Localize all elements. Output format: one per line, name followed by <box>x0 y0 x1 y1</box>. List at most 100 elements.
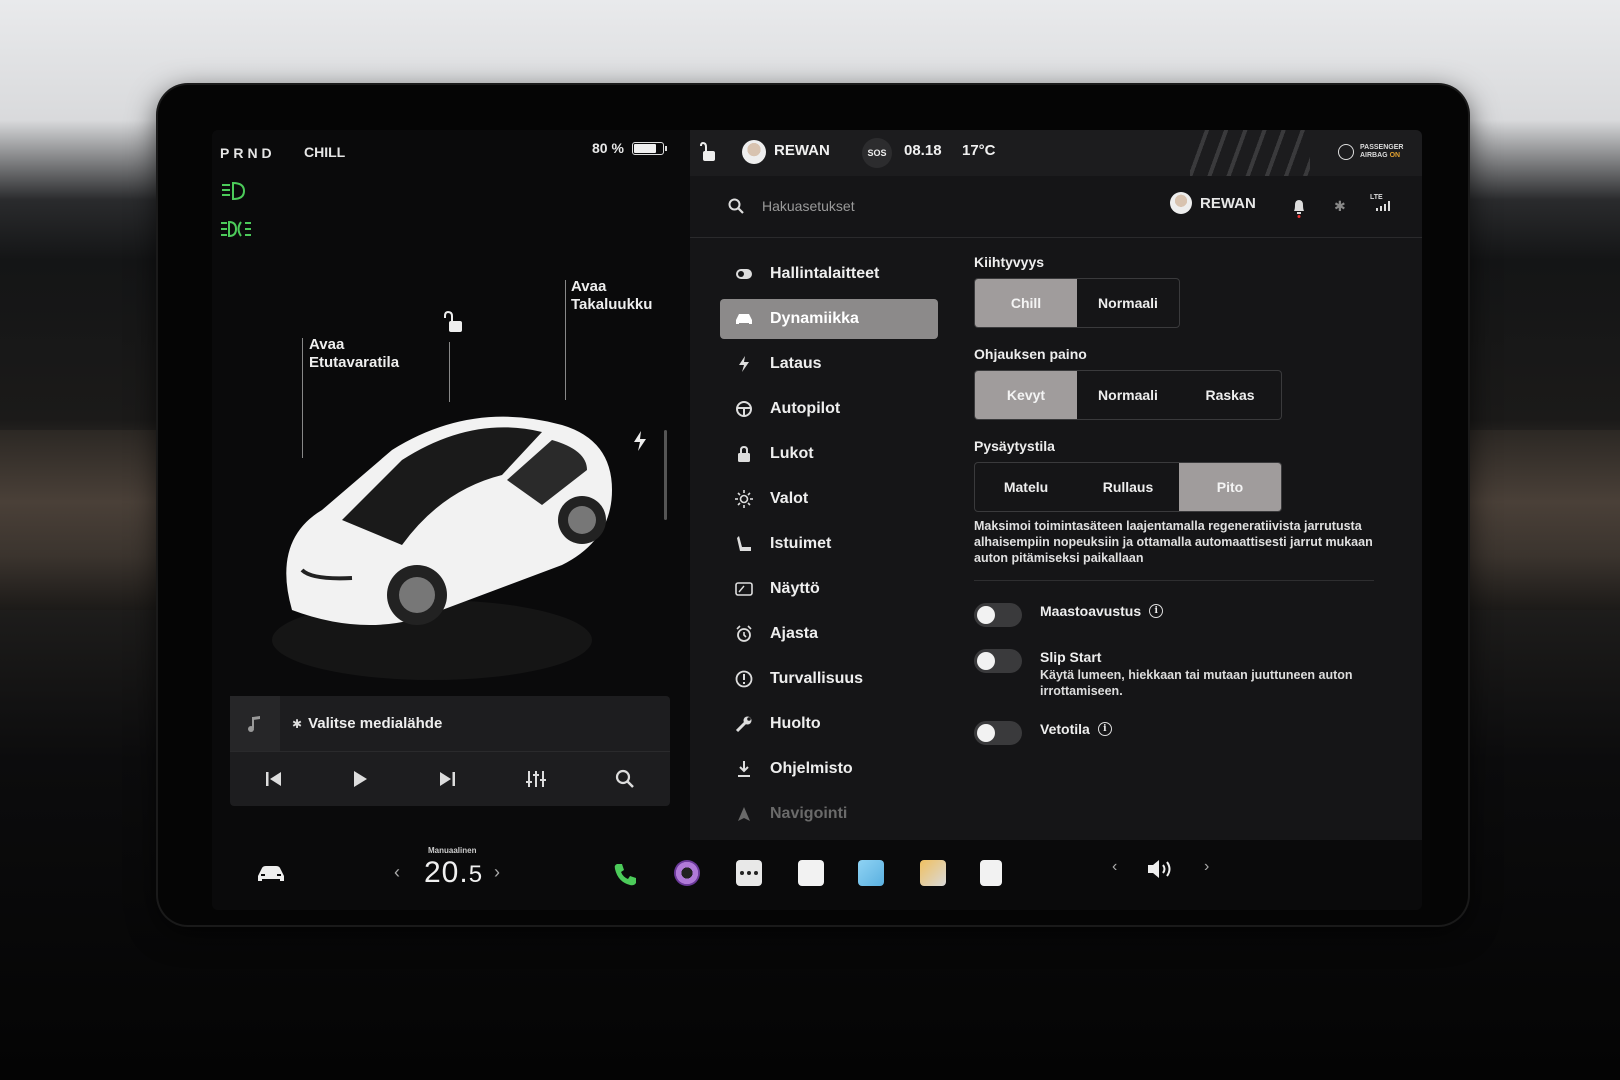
volume-down-chevron-icon[interactable]: ‹ <box>1112 858 1117 876</box>
bluetooth-icon[interactable]: ✱ <box>1334 198 1346 215</box>
airbag-label-on: ON <box>1389 152 1401 159</box>
temp-down-chevron-icon[interactable]: ‹ <box>394 862 400 883</box>
media-controls <box>230 752 670 806</box>
info-icon[interactable]: i <box>1097 722 1112 736</box>
settings-menu: Hallintalaitteet Dynamiikka Lataus Autopilo… <box>720 254 938 839</box>
vetotila-toggle[interactable] <box>974 721 1022 745</box>
alert-icon <box>734 670 754 688</box>
battery-percent: 80 % <box>592 140 624 156</box>
next-track-icon[interactable] <box>438 771 456 787</box>
camera-app-icon[interactable] <box>674 860 700 886</box>
passenger-airbag-indicator: PASSENGER AIRBAG ON <box>1338 144 1403 160</box>
dynamics-settings: Kiihtyvyys Chill Normaali Ohjauksen paino… <box>974 254 1384 767</box>
search-icon[interactable] <box>728 198 744 214</box>
temp-up-chevron-icon[interactable]: › <box>494 862 500 883</box>
stopping-mode-description: Maksimoi toimintasäteen laajentamalla re… <box>974 519 1373 565</box>
alarm-icon <box>734 625 754 643</box>
acceleration-title: Kiihtyvyys <box>974 254 1045 270</box>
menu-item-label: Lukot <box>770 445 814 462</box>
toggle-description: Käytä lumeen, hiekkaan tai mutaan juuttu… <box>1040 668 1353 698</box>
battery-icon <box>631 141 667 155</box>
equalizer-icon[interactable] <box>525 770 546 788</box>
profile-name[interactable]: REWAN <box>774 142 830 159</box>
steering-selector: Kevyt Normaali Raskas <box>974 370 1282 420</box>
menu-item-ajasta[interactable]: Ajasta <box>720 614 938 654</box>
car-3d-model <box>272 416 612 680</box>
menu-item-label: Valot <box>770 490 809 507</box>
menu-item-istuimet[interactable]: Istuimet <box>720 524 938 564</box>
lock-status-icon[interactable] <box>700 142 716 162</box>
menu-item-valot[interactable]: Valot <box>720 479 938 519</box>
manual-app-icon[interactable] <box>980 860 1002 886</box>
steering-option-raskas[interactable]: Raskas <box>1179 371 1281 419</box>
notes-app-icon[interactable] <box>798 860 824 886</box>
stopping-option-matelu[interactable]: Matelu <box>975 463 1077 511</box>
toggle-label-text: Vetotila <box>1040 721 1090 737</box>
menu-item-autopilot[interactable]: Autopilot <box>720 389 938 429</box>
arcade-app-icon[interactable] <box>920 860 946 886</box>
steering-option-kevyt[interactable]: Kevyt <box>975 371 1077 419</box>
cabin-temperature[interactable]: 20.5 <box>424 856 483 890</box>
settings-header: Hakuasetukset REWAN ✱ LTE <box>690 176 1422 238</box>
media-search-icon[interactable] <box>615 769 635 789</box>
download-icon <box>734 760 754 778</box>
bolt-icon <box>734 355 754 373</box>
battery-status: 80 % <box>592 140 667 156</box>
menu-item-navigointi[interactable]: Navigointi <box>720 794 938 834</box>
phone-icon[interactable] <box>612 862 638 888</box>
profile-avatar[interactable] <box>742 140 766 164</box>
media-source-row[interactable]: ✱ Valitse medialähde <box>230 696 670 752</box>
sos-badge[interactable]: SOS <box>862 138 892 168</box>
play-icon[interactable] <box>352 770 368 788</box>
touchscreen: PRND CHILL 80 % Avaa Etutavaratila Avaa … <box>212 130 1422 910</box>
notification-bell-icon[interactable] <box>1292 198 1306 218</box>
previous-track-icon[interactable] <box>265 771 283 787</box>
menu-item-hallintalaitteet[interactable]: Hallintalaitteet <box>720 254 938 294</box>
open-trunk-label[interactable]: Avaa Takaluukku <box>571 278 652 314</box>
slip-start-toggle[interactable] <box>974 649 1022 673</box>
toybox-app-icon[interactable] <box>858 860 884 886</box>
toggle-label-text: Slip Start <box>1040 649 1102 665</box>
steering-wheel-icon <box>734 400 754 418</box>
volume-up-chevron-icon[interactable]: › <box>1204 858 1209 876</box>
menu-item-lataus[interactable]: Lataus <box>720 344 938 384</box>
toggle-icon <box>734 268 754 280</box>
car-pane-scrollbar[interactable] <box>664 430 667 520</box>
bottom-dock: ‹ Manuaalinen 20.5 › ‹ › <box>212 840 1422 910</box>
unlock-icon[interactable] <box>444 310 466 334</box>
header-profile[interactable]: REWAN <box>1170 192 1256 214</box>
stopping-mode-selector: Matelu Rullaus Pito <box>974 462 1282 512</box>
more-apps-icon[interactable] <box>736 860 762 886</box>
menu-item-label: Dynamiikka <box>770 310 859 327</box>
car-menu-icon[interactable] <box>256 864 286 884</box>
menu-item-turvallisuus[interactable]: Turvallisuus <box>720 659 938 699</box>
low-beam-icon <box>222 181 246 201</box>
stopping-mode-title: Pysäytystila <box>974 438 1055 454</box>
open-frunk-label[interactable]: Avaa Etutavaratila <box>309 336 399 372</box>
display-icon <box>734 581 754 597</box>
status-bar: REWAN SOS 08.18 17°C PASSENGER AIRBAG ON <box>690 130 1422 176</box>
charge-port-icon[interactable] <box>632 430 648 452</box>
menu-item-label: Näyttö <box>770 580 820 597</box>
menu-item-n-ytt-[interactable]: Näyttö <box>720 569 938 609</box>
menu-item-dynamiikka[interactable]: Dynamiikka <box>720 299 938 339</box>
volume-icon[interactable] <box>1146 858 1176 880</box>
menu-item-huolto[interactable]: Huolto <box>720 704 938 744</box>
outside-temperature: 17°C <box>962 142 996 159</box>
steering-option-normaali[interactable]: Normaali <box>1077 371 1179 419</box>
maastoavustus-toggle[interactable] <box>974 603 1022 627</box>
stopping-option-rullaus[interactable]: Rullaus <box>1077 463 1179 511</box>
menu-item-ohjelmisto[interactable]: Ohjelmisto <box>720 749 938 789</box>
wrench-icon <box>734 715 754 733</box>
menu-item-label: Ajasta <box>770 625 819 642</box>
settings-search-input[interactable]: Hakuasetukset <box>762 198 855 214</box>
menu-item-label: Lataus <box>770 355 822 372</box>
menu-item-lukot[interactable]: Lukot <box>720 434 938 474</box>
media-source-label[interactable]: Valitse medialähde <box>308 715 442 732</box>
menu-item-label: Turvallisuus <box>770 670 864 687</box>
acceleration-option-normaali[interactable]: Normaali <box>1077 279 1179 327</box>
acceleration-option-chill[interactable]: Chill <box>975 279 1077 327</box>
info-icon[interactable]: i <box>1149 604 1164 618</box>
stopping-option-pito[interactable]: Pito <box>1179 463 1281 511</box>
toggle-row-maastoavustus: Maastoavustus i <box>974 603 1384 627</box>
